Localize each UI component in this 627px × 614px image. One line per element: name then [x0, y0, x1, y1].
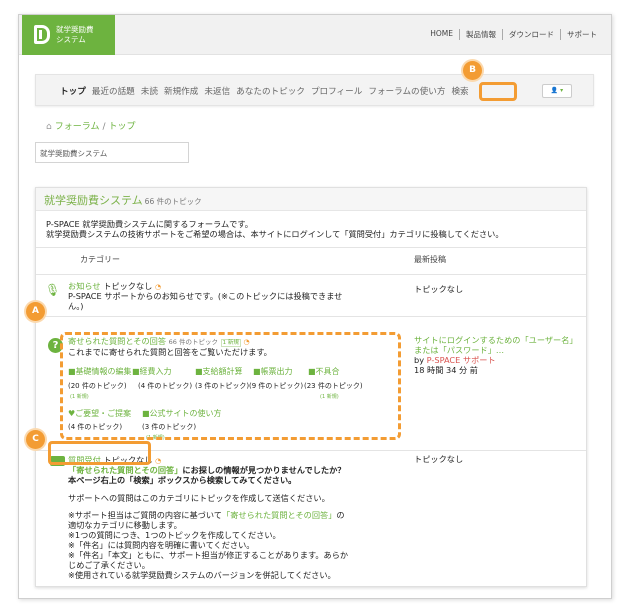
browser-frame: 就学奨励費 システム HOME 製品情報 ダウンロード サポート トップ 最近の…: [18, 14, 612, 599]
search-tab-highlight: [479, 82, 517, 101]
breadcrumb: ⌂ フォーラム / トップ: [46, 122, 136, 132]
category-question-latest: トピックなし: [414, 454, 464, 464]
forum-nav: トップ 最近の話題 未読 新規作成 未返信 あなたのトピック プロフィール フォ…: [35, 74, 594, 106]
category-news-latest: トピックなし: [414, 284, 464, 294]
faq-inline-link[interactable]: 「寄せられた質問とその回答」: [68, 465, 182, 475]
faq-highlight: [60, 332, 401, 440]
rss-icon[interactable]: ◔: [155, 457, 161, 465]
site-header: 就学奨励費 システム HOME 製品情報 ダウンロード サポート: [19, 15, 611, 55]
breadcrumb-forum[interactable]: フォーラム: [55, 122, 100, 132]
user-menu-button[interactable]: 👤 ▾: [542, 84, 572, 98]
col-category: カテゴリー: [80, 255, 120, 264]
tab-how-to-use[interactable]: フォーラムの使い方: [368, 85, 445, 97]
question-highlight: [48, 441, 151, 465]
forum-panel: 就学奨励費システム 66 件のトピック P-SPACE 就学奨励費システムに関する…: [35, 187, 587, 587]
site-logo[interactable]: 就学奨励費 システム: [22, 15, 115, 55]
microphone-icon: 🎙: [45, 283, 61, 297]
category-news-desc: P-SPACE サポートからのお知らせです。(※このトピックには投稿できませ ん…: [68, 291, 343, 311]
logo-text-line2: システム: [56, 35, 86, 44]
tab-top[interactable]: トップ: [60, 85, 86, 97]
forum-topic-count: 66 件のトピック: [144, 197, 202, 206]
nav-products[interactable]: 製品情報: [459, 29, 502, 40]
nav-support[interactable]: サポート: [560, 29, 603, 40]
rss-icon[interactable]: ◔: [155, 283, 161, 291]
logo-text-line1: 就学奨励費: [56, 25, 94, 34]
top-nav: HOME 製品情報 ダウンロード サポート: [424, 29, 603, 40]
tab-new[interactable]: 新規作成: [164, 85, 198, 97]
tab-profile[interactable]: プロフィール: [311, 85, 362, 97]
callout-b: B: [463, 61, 482, 80]
category-news-link[interactable]: お知らせ: [68, 281, 101, 291]
home-icon: ⌂: [46, 122, 52, 132]
tab-recent[interactable]: 最近の話題: [92, 85, 135, 97]
latest-post-link[interactable]: サイトにログインするための「ユーザー名」: [414, 335, 578, 345]
tab-unread[interactable]: 未読: [141, 85, 158, 97]
breadcrumb-top[interactable]: トップ: [109, 122, 136, 132]
tab-search[interactable]: 検索: [451, 85, 468, 97]
search-input[interactable]: 就学奨励費システム: [35, 142, 189, 163]
logo-icon: [34, 25, 50, 44]
col-latest: 最新投稿: [414, 255, 446, 264]
nav-download[interactable]: ダウンロード: [502, 29, 560, 40]
tab-your-topics[interactable]: あなたのトピック: [236, 85, 305, 97]
tab-unanswered[interactable]: 未返信: [204, 85, 230, 97]
forum-description: P-SPACE 就学奨励費システムに関するフォーラムです。 就学奨励費システムの…: [46, 219, 504, 239]
question-notice: 「寄せられた質問とその回答」にお探しの情報が見つかりませんでしたか？ 本ページ右…: [68, 465, 346, 485]
callout-a: A: [26, 302, 45, 321]
forum-title[interactable]: 就学奨励費システム: [44, 194, 143, 207]
nav-home[interactable]: HOME: [424, 29, 459, 40]
callout-c: C: [26, 430, 45, 449]
question-guidelines: サポートへの質問はこのカテゴリにトピックを作成して送信ください。 ※サポート担当…: [68, 493, 349, 580]
latest-author[interactable]: P-SPACE サポート: [427, 355, 496, 365]
category-faq-latest: サイトにログインするための「ユーザー名」 または「パスワード」… by P-SP…: [414, 335, 578, 375]
